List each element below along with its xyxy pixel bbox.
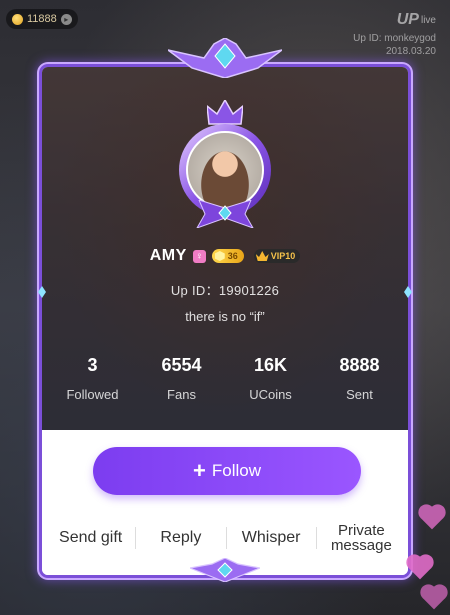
user-up-id: Up ID：19901226 — [170, 283, 280, 298]
avatar-bow-ornament-icon — [196, 200, 254, 228]
private-message-button[interactable]: Private message — [317, 523, 406, 553]
stat-label: UCoins — [249, 387, 292, 402]
stats-row: 3 Followed 6554 Fans 16K UCoins 8888 Sen… — [48, 355, 404, 402]
send-gift-button[interactable]: Send gift — [46, 530, 135, 546]
heart-icon — [408, 556, 432, 580]
vip-badge: VIP10 — [253, 249, 301, 263]
stat-label: Followed — [66, 387, 119, 402]
live-text: live — [420, 14, 436, 26]
live-watermark: UP live — [397, 11, 436, 29]
stat-fans[interactable]: 6554 Fans — [137, 355, 226, 402]
avatar-frame — [177, 100, 273, 228]
stat-ucoins[interactable]: 16K UCoins — [226, 355, 315, 402]
crown-icon — [207, 100, 243, 125]
frame-crown-ornament-icon — [168, 38, 282, 78]
floating-hearts — [406, 490, 446, 610]
stat-value: 6554 — [161, 355, 202, 375]
frame-bottom-ornament-icon — [190, 558, 260, 582]
stat-value: 16K — [253, 355, 288, 375]
stat-sent[interactable]: 8888 Sent — [315, 355, 404, 402]
stat-value: 3 — [87, 355, 98, 375]
vip-label: VIP10 — [270, 251, 296, 261]
follow-button[interactable]: + Follow — [93, 447, 361, 495]
heart-icon — [422, 586, 446, 610]
stat-label: Sent — [346, 387, 373, 402]
follow-label: Follow — [211, 461, 261, 480]
reply-button[interactable]: Reply — [136, 530, 225, 546]
level-hexagon-icon — [214, 251, 225, 261]
action-bar: Send gift Reply Whisper Private message — [46, 520, 406, 556]
coin-balance: 11888 — [27, 13, 57, 25]
chevron-right-icon: ▸ — [60, 13, 72, 25]
female-icon: ♀ — [192, 249, 206, 263]
level-badge: 36 — [211, 249, 244, 263]
watermark-date: 2018.03.20 — [385, 46, 436, 57]
stat-value: 8888 — [339, 355, 380, 375]
user-bio: there is no “if” — [185, 309, 265, 324]
coin-icon — [12, 13, 23, 25]
watermark-id: Up ID: monkeygod — [353, 33, 436, 44]
name-row: AMY ♀ 36 VIP10 — [0, 247, 450, 265]
heart-icon — [420, 506, 444, 530]
plus-icon: + — [193, 458, 206, 483]
stat-label: Fans — [167, 387, 196, 402]
level-number: 36 — [227, 251, 238, 261]
user-name: AMY — [149, 247, 187, 264]
whisper-button[interactable]: Whisper — [227, 530, 316, 546]
up-live-logo: UP — [396, 11, 419, 28]
coin-balance-pill[interactable]: 11888 ▸ — [6, 9, 78, 29]
avatar[interactable] — [186, 131, 264, 209]
vip-crown-icon — [255, 251, 269, 261]
stat-followed[interactable]: 3 Followed — [48, 355, 137, 402]
